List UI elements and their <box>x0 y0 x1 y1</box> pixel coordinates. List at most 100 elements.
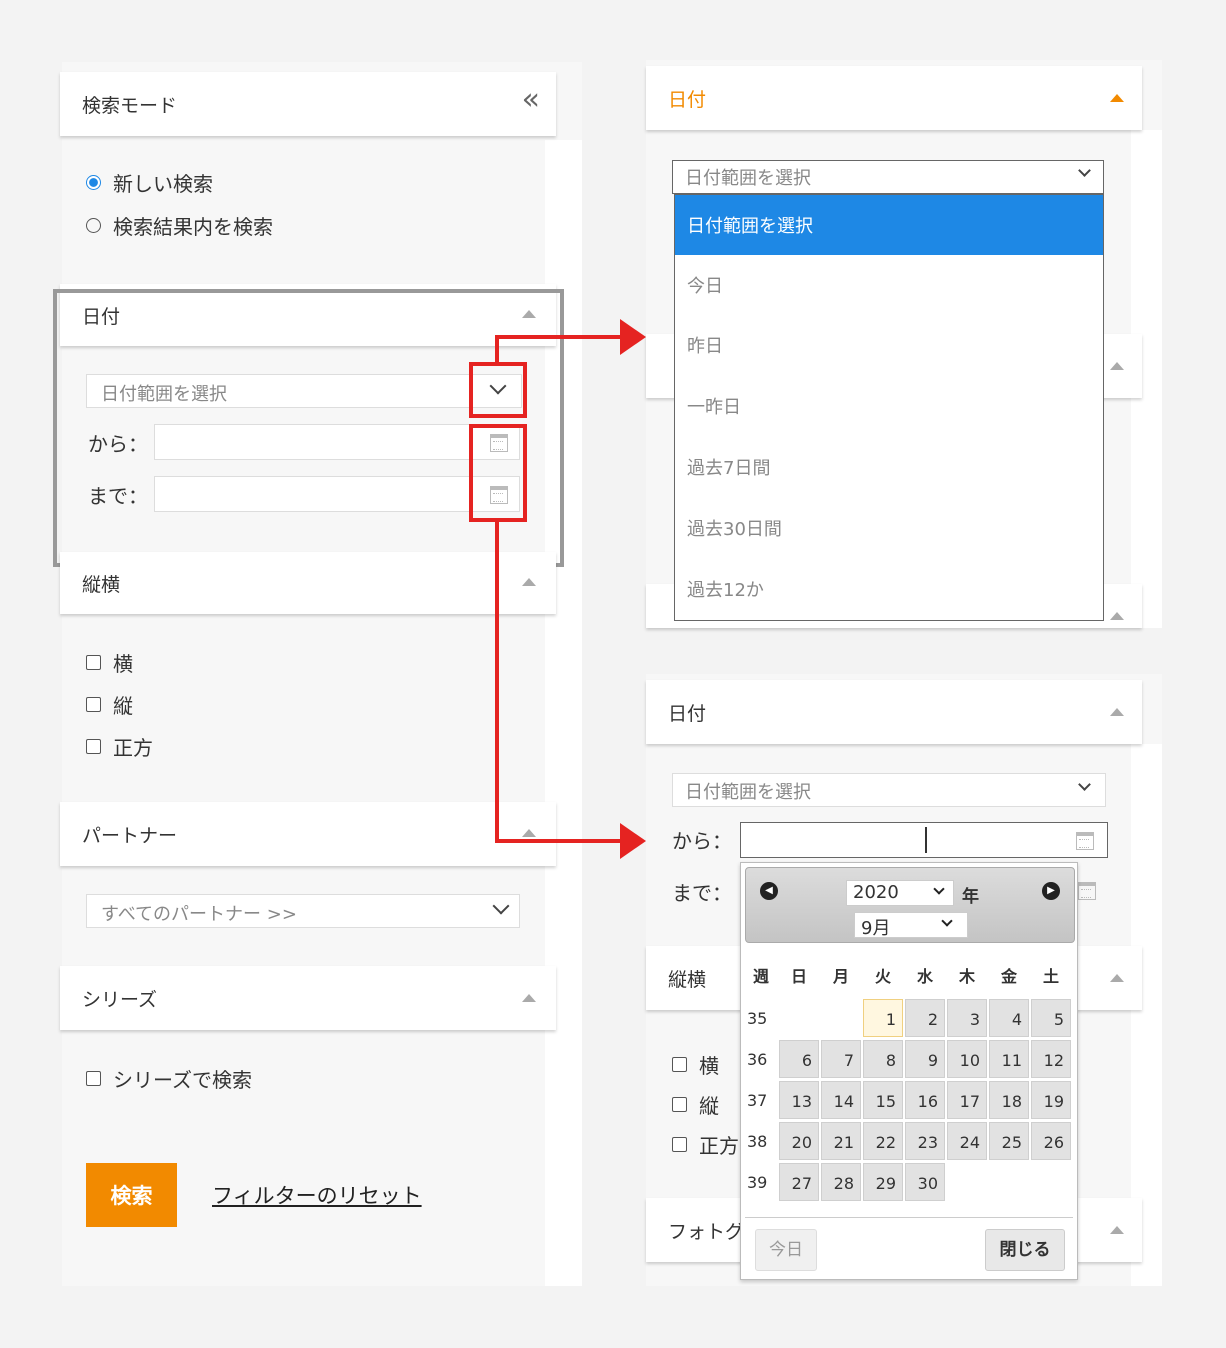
collapse-icon[interactable]: « <box>522 82 540 117</box>
calendar-day[interactable]: 25 <box>989 1122 1029 1160</box>
search-mode-option-new[interactable]: 新しい検索 <box>86 168 213 197</box>
partner-select[interactable]: すべてのパートナー >> <box>86 894 520 928</box>
calendar-day[interactable]: 16 <box>905 1081 945 1119</box>
arrow-right-icon <box>620 319 646 355</box>
calendar-icon[interactable] <box>1076 832 1094 850</box>
option-label: 過去30日間 <box>687 519 782 540</box>
calendar-day[interactable]: 23 <box>905 1122 945 1160</box>
collapse-up-icon <box>1110 708 1124 716</box>
date-header-cal[interactable]: 日付 <box>646 680 1142 744</box>
checkbox[interactable] <box>86 697 101 712</box>
calendar-day[interactable]: 9 <box>905 1040 945 1078</box>
option-label: 日付範囲を選択 <box>687 216 813 237</box>
dropdown-option[interactable]: 日付範囲を選択 <box>675 195 1103 255</box>
orientation-option-landscape[interactable]: 横 <box>672 1050 719 1079</box>
week-header: 週 <box>752 967 769 986</box>
calendar-day[interactable]: 15 <box>863 1081 903 1119</box>
orientation-option-portrait[interactable]: 縦 <box>86 690 133 719</box>
calendar-day[interactable]: 18 <box>989 1081 1029 1119</box>
weekday-header: 月 <box>832 967 849 986</box>
calendar-day[interactable]: 2 <box>905 999 945 1037</box>
orientation-option-square[interactable]: 正方 <box>672 1130 739 1159</box>
dropdown-option[interactable]: 昨日 <box>675 315 1103 375</box>
date-title: 日付 <box>668 702 707 725</box>
calendar-day[interactable]: 28 <box>821 1163 861 1201</box>
calendar-day[interactable]: 12 <box>1031 1040 1071 1078</box>
date-range-select[interactable]: 日付範囲を選択 <box>672 773 1106 807</box>
calendar-day[interactable]: 17 <box>947 1081 987 1119</box>
reset-filters-link[interactable]: フィルターのリセット <box>212 1180 422 1210</box>
weekday-header: 水 <box>916 967 933 986</box>
partner-header[interactable]: パートナー <box>60 802 556 866</box>
collapse-up-icon <box>1110 362 1124 370</box>
arrow-line <box>495 519 499 843</box>
calendar-day[interactable]: 26 <box>1031 1122 1071 1160</box>
calendar-icon[interactable] <box>1078 882 1096 900</box>
calendar-day[interactable]: 27 <box>779 1163 819 1201</box>
checkbox-label: 横 <box>113 652 133 676</box>
dropdown-option[interactable]: 過去7日間 <box>675 437 1103 497</box>
dropdown-option[interactable]: 過去30日間 <box>675 498 1103 558</box>
checkbox[interactable] <box>86 655 101 670</box>
left-sidebar <box>62 62 582 1286</box>
radio-search-within[interactable] <box>86 218 101 233</box>
orientation-option-portrait[interactable]: 縦 <box>672 1090 719 1119</box>
orientation-option-square[interactable]: 正方 <box>86 732 153 761</box>
series-header[interactable]: シリーズ <box>60 966 556 1030</box>
date-range-select-value: 日付範囲を選択 <box>685 782 811 803</box>
orientation-header[interactable]: 縦横 <box>60 552 556 614</box>
checkbox[interactable] <box>86 1071 101 1086</box>
collapse-up-icon <box>1110 612 1124 620</box>
checkbox[interactable] <box>672 1057 687 1072</box>
calendar-day[interactable]: 3 <box>947 999 987 1037</box>
calendar-day[interactable]: 19 <box>1031 1081 1071 1119</box>
calendar-day[interactable]: 24 <box>947 1122 987 1160</box>
calendar-day[interactable]: 30 <box>905 1163 945 1201</box>
calendar-day[interactable]: 10 <box>947 1040 987 1078</box>
search-mode-title: 検索モード <box>82 94 178 117</box>
calendar-day[interactable]: 21 <box>821 1122 861 1160</box>
week-number: 38 <box>747 1132 768 1151</box>
dropdown-option[interactable]: 一昨日 <box>675 376 1103 436</box>
highlight-calendar-icons <box>469 424 527 522</box>
checkbox[interactable] <box>672 1097 687 1112</box>
series-title: シリーズ <box>82 988 158 1011</box>
calendar-day[interactable]: 4 <box>989 999 1029 1037</box>
search-mode-header: 検索モード « <box>60 72 556 136</box>
checkbox-label: 縦 <box>113 694 133 718</box>
today-button[interactable]: 今日 <box>755 1229 817 1271</box>
close-button[interactable]: 閉じる <box>985 1229 1065 1271</box>
week-number: 36 <box>747 1050 768 1069</box>
calendar-day[interactable]: 6 <box>779 1040 819 1078</box>
calendar-day[interactable]: 5 <box>1031 999 1071 1037</box>
date-title: 日付 <box>668 88 707 111</box>
calendar-day[interactable]: 8 <box>863 1040 903 1078</box>
search-button[interactable]: 検索 <box>86 1163 177 1227</box>
dropdown-option[interactable]: 過去12か <box>675 559 1103 619</box>
from-date-input-focused[interactable] <box>740 822 1108 858</box>
option-label: 過去7日間 <box>687 458 771 479</box>
orientation-option-landscape[interactable]: 横 <box>86 648 133 677</box>
calendar-day[interactable]: 13 <box>779 1081 819 1119</box>
date-header-open[interactable]: 日付 <box>646 66 1142 130</box>
week-number: 35 <box>747 1009 768 1028</box>
dropdown-option[interactable]: 今日 <box>675 255 1103 315</box>
calendar-day[interactable]: 1 <box>863 999 903 1037</box>
collapse-up-icon <box>1110 1226 1124 1234</box>
checkbox[interactable] <box>672 1137 687 1152</box>
calendar-day[interactable]: 20 <box>779 1122 819 1160</box>
date-range-select-open[interactable]: 日付範囲を選択 <box>672 160 1104 194</box>
calendar-day[interactable]: 29 <box>863 1163 903 1201</box>
search-mode-option-within[interactable]: 検索結果内を検索 <box>86 211 273 240</box>
weekday-header: 土 <box>1042 967 1059 986</box>
calendar-day[interactable]: 7 <box>821 1040 861 1078</box>
calendar-day[interactable]: 14 <box>821 1081 861 1119</box>
checkbox[interactable] <box>86 739 101 754</box>
photographer-title: フォトグ <box>668 1220 745 1243</box>
date-range-select-value: 日付範囲を選択 <box>685 168 811 189</box>
series-option[interactable]: シリーズで検索 <box>86 1064 252 1093</box>
weekday-header: 木 <box>958 967 975 986</box>
calendar-day[interactable]: 22 <box>863 1122 903 1160</box>
radio-new-search[interactable] <box>86 175 101 190</box>
calendar-day[interactable]: 11 <box>989 1040 1029 1078</box>
